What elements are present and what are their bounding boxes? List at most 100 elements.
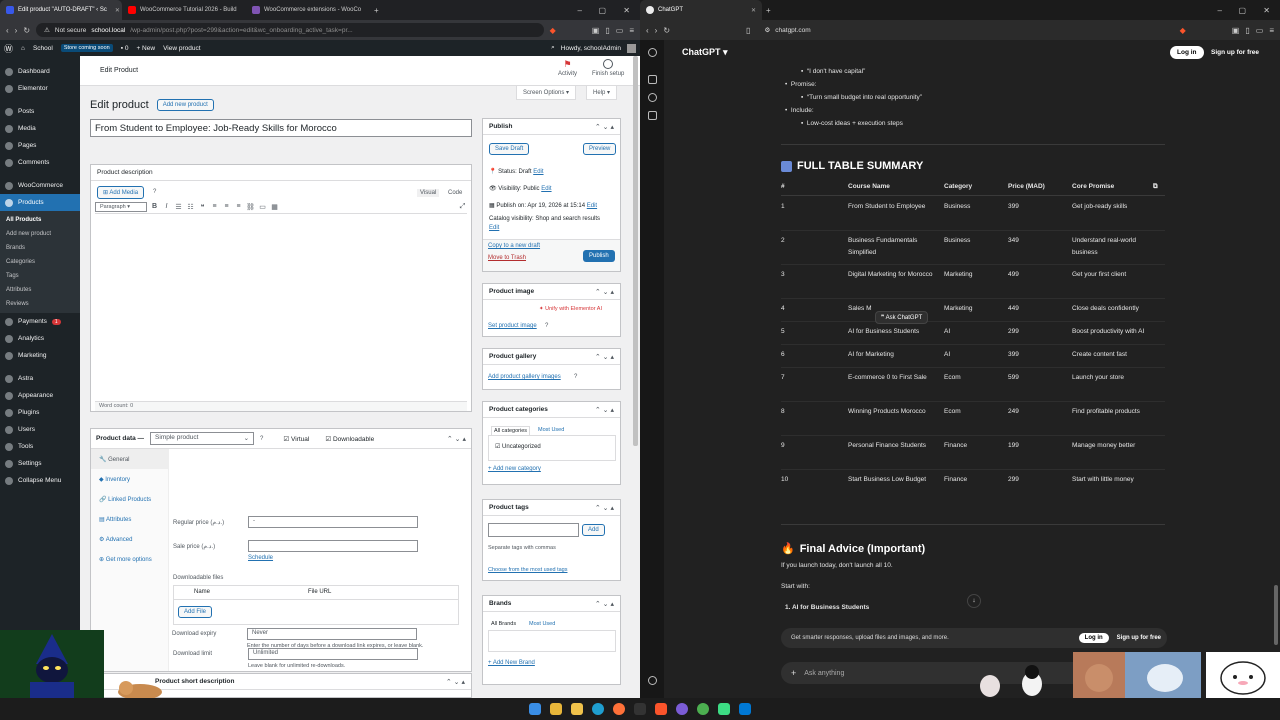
save-draft-button[interactable]: Save Draft xyxy=(489,143,530,155)
app-green-icon[interactable] xyxy=(718,703,730,715)
tab-edit-product[interactable]: Edit product "AUTO-DRAFT" ‹ Sc ✕ xyxy=(0,0,122,20)
chrome-icon[interactable] xyxy=(697,703,709,715)
sidebar-item-users[interactable]: Users xyxy=(0,421,80,438)
close-window-icon[interactable]: ✕ xyxy=(623,6,630,15)
move-to-trash-link[interactable]: Move to Trash xyxy=(488,255,526,261)
download-limit-input[interactable]: Unlimited xyxy=(248,648,418,660)
plus-icon[interactable]: + xyxy=(791,668,796,678)
close-window-icon[interactable]: ✕ xyxy=(1263,6,1270,15)
help-tab[interactable]: Help ▾ xyxy=(586,86,618,100)
sidebar-item-dashboard[interactable]: Dashboard xyxy=(0,63,80,80)
submenu-categories[interactable]: Categories xyxy=(0,255,80,269)
box-arrows[interactable]: ⌃ ⌄ ▴ xyxy=(595,600,614,608)
tab-code[interactable]: Code xyxy=(445,189,465,197)
settings-icon[interactable] xyxy=(648,676,657,685)
sidebar-item-products[interactable]: Products xyxy=(0,194,80,211)
fullscreen-icon[interactable]: ⤢ xyxy=(458,203,467,211)
menu-icon[interactable]: ≡ xyxy=(629,26,634,35)
preview-button[interactable]: Preview xyxy=(583,143,617,155)
tab-all-brands[interactable]: All Brands xyxy=(491,621,516,627)
collapse-menu-button[interactable]: Collapse Menu xyxy=(0,472,80,489)
help-icon[interactable]: ? xyxy=(574,374,577,380)
close-tab-icon[interactable]: ✕ xyxy=(115,7,120,14)
submenu-all-products[interactable]: All Products xyxy=(0,213,80,227)
set-product-image-link[interactable]: Set product image xyxy=(488,323,537,329)
back-icon[interactable]: ‹ xyxy=(646,26,649,35)
sidebar-item-tools[interactable]: Tools xyxy=(0,438,80,455)
submenu-reviews[interactable]: Reviews xyxy=(0,297,80,311)
site-name-link[interactable]: School xyxy=(33,45,53,52)
new-content-link[interactable]: + New xyxy=(136,45,155,52)
link-icon[interactable]: ⛓ xyxy=(246,203,255,211)
edge-icon[interactable] xyxy=(592,703,604,715)
url-field[interactable]: ⚙ chatgpt.com xyxy=(756,23,1173,37)
banner-login-button[interactable]: Log in xyxy=(1078,633,1109,643)
sidebar-item-astra[interactable]: Astra xyxy=(0,370,80,387)
forward-icon[interactable]: › xyxy=(15,26,18,35)
add-gallery-images-link[interactable]: Add product gallery images xyxy=(488,374,561,380)
page-scrollbar[interactable] xyxy=(633,56,638,446)
box-arrows[interactable]: ⌃ ⌄ ▴ xyxy=(447,435,466,443)
sidebar-item-marketing[interactable]: Marketing xyxy=(0,347,80,364)
box-arrows[interactable]: ⌃ ⌄ ▴ xyxy=(446,678,465,686)
maximize-icon[interactable]: ▢ xyxy=(598,6,606,15)
signup-button[interactable]: Sign up for free xyxy=(1204,46,1266,59)
help-icon[interactable]: ? xyxy=(545,323,548,329)
screen-options-tab[interactable]: Screen Options ▾ xyxy=(516,86,577,100)
brave-shield-icon[interactable]: ◆ xyxy=(1180,26,1186,35)
tab-get-more-options[interactable]: ⊕ Get more options xyxy=(91,549,168,569)
align-center-icon[interactable]: ≡ xyxy=(222,203,231,210)
help-icon[interactable]: ? xyxy=(260,436,263,442)
avatar[interactable] xyxy=(627,43,636,53)
search-icon[interactable] xyxy=(648,93,657,102)
wallet-icon[interactable]: ▭ xyxy=(616,26,624,35)
elementor-ai-link[interactable]: ✦ Unify with Elementor AI xyxy=(539,306,602,312)
user-account-link[interactable]: Howdy, schoolAdmin xyxy=(561,45,621,52)
chat-scrollbar[interactable] xyxy=(1274,585,1278,645)
tab-chatgpt[interactable]: ChatGPT ✕ xyxy=(640,0,762,20)
read-more-icon[interactable]: ▭ xyxy=(258,203,267,211)
quote-icon[interactable]: ❝ xyxy=(198,203,207,211)
library-icon[interactable] xyxy=(648,111,657,120)
sidebar-item-woocommerce[interactable]: WooCommerce xyxy=(0,177,80,194)
banner-signup-button[interactable]: Sign up for free xyxy=(1117,635,1161,641)
sidebar-item-pages[interactable]: Pages xyxy=(0,137,80,154)
sidebar-item-comments[interactable]: Comments xyxy=(0,154,80,171)
extensions-icon[interactable]: ▣ xyxy=(592,26,600,35)
catalog-edit-link[interactable]: Edit xyxy=(489,225,499,231)
url-field[interactable]: ⚠ Not secure school.local/wp-admin/post.… xyxy=(36,23,544,37)
submenu-brands[interactable]: Brands xyxy=(0,241,80,255)
scroll-down-button[interactable]: ↓ xyxy=(967,594,981,608)
italic-icon[interactable]: I xyxy=(162,203,171,210)
description-editor-area[interactable] xyxy=(95,217,467,393)
align-left-icon[interactable]: ≡ xyxy=(210,203,219,210)
add-tag-button[interactable]: Add xyxy=(582,524,605,536)
sidebar-item-payments[interactable]: Payments 1 xyxy=(0,313,80,330)
sidebar-icon[interactable]: ▯ xyxy=(1245,26,1249,35)
choose-tags-link[interactable]: Choose from the most used tags xyxy=(488,567,567,573)
product-type-select[interactable]: Simple product ⌄ xyxy=(150,432,255,445)
reload-icon[interactable]: ↻ xyxy=(663,26,670,35)
openai-logo-icon[interactable] xyxy=(648,48,657,57)
app-icon[interactable] xyxy=(676,703,688,715)
status-edit-link[interactable]: Edit xyxy=(533,169,543,175)
finish-setup-button[interactable]: Finish setup xyxy=(592,59,624,77)
box-arrows[interactable]: ⌃ ⌄ ▴ xyxy=(595,504,614,512)
bold-icon[interactable]: B xyxy=(150,203,159,210)
sidebar-item-elementor[interactable]: Elementor xyxy=(0,80,80,97)
add-new-product-button[interactable]: Add new product xyxy=(156,99,214,111)
minimize-icon[interactable]: – xyxy=(1218,6,1222,15)
new-tab-icon[interactable]: + xyxy=(766,6,771,15)
file-explorer-icon[interactable] xyxy=(550,703,562,715)
sidebar-item-media[interactable]: Media xyxy=(0,120,80,137)
brave-shield-icon[interactable]: ◆ xyxy=(550,26,556,35)
menu-icon[interactable]: ≡ xyxy=(1269,26,1274,35)
add-file-button[interactable]: Add File xyxy=(178,606,213,618)
model-selector[interactable]: ChatGPT ▾ xyxy=(682,47,728,58)
toolbar-toggle-icon[interactable]: ▦ xyxy=(270,203,279,211)
virtual-checkbox[interactable]: ☑ Virtual xyxy=(283,435,309,443)
start-icon[interactable] xyxy=(529,703,541,715)
forward-icon[interactable]: › xyxy=(655,26,658,35)
minimize-icon[interactable]: – xyxy=(578,6,582,15)
new-tab-icon[interactable]: + xyxy=(374,6,379,15)
